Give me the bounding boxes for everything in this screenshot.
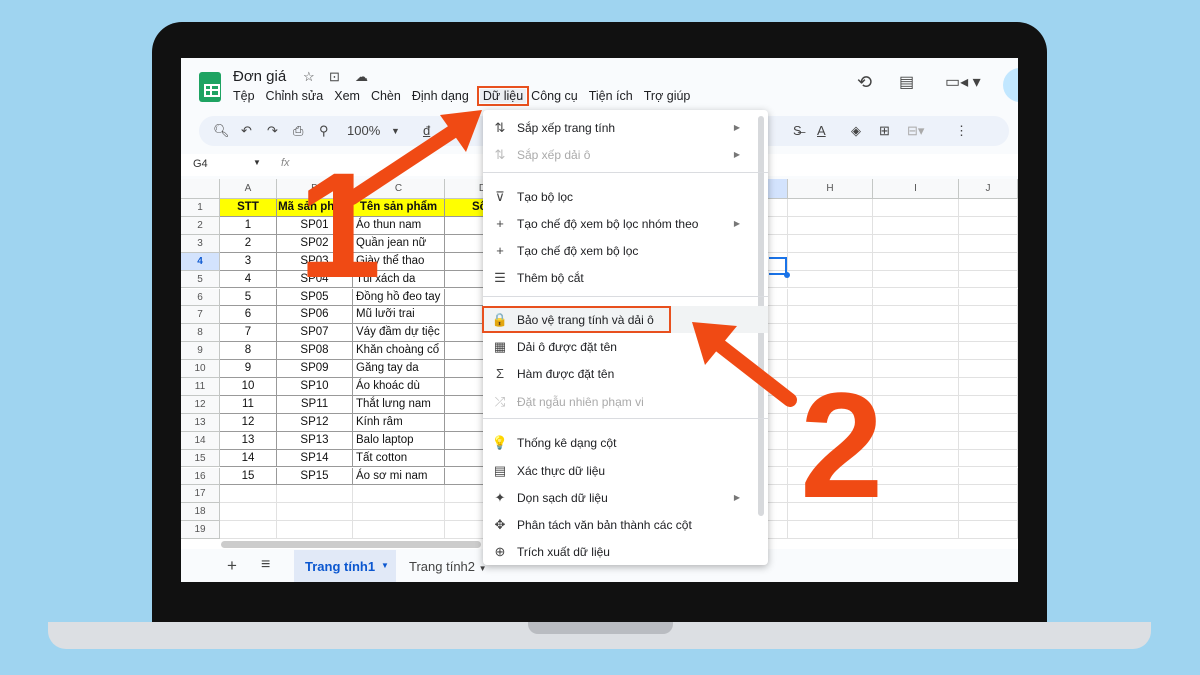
arrow-2-shaft [711,337,797,407]
step-1-label: 1 [298,141,382,309]
step-2-label: 2 [800,361,884,529]
annotation-arrows [345,110,797,407]
